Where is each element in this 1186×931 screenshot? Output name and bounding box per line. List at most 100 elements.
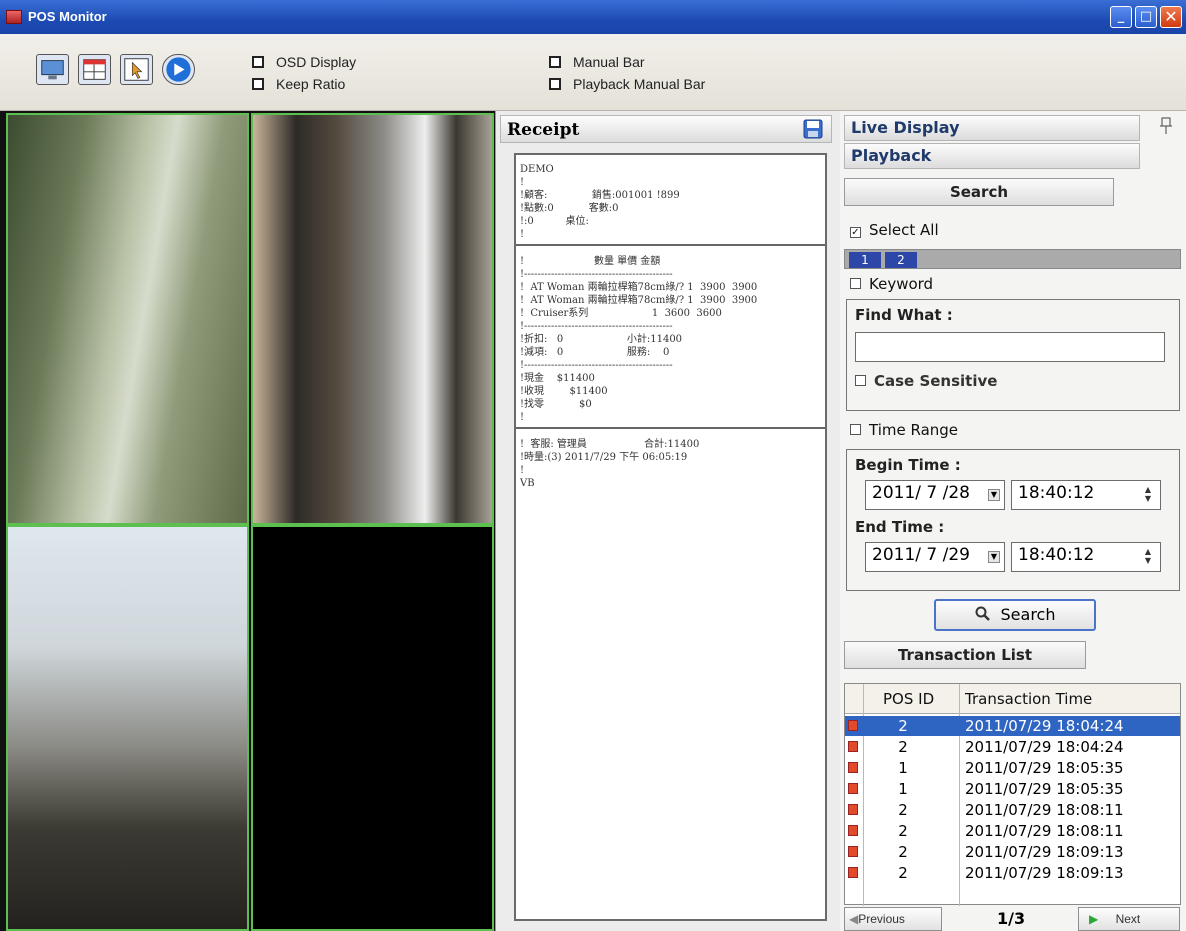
cell-pos-id: 2	[898, 822, 908, 840]
checkbox-box: ✓	[850, 227, 861, 238]
column-transaction-time[interactable]: Transaction Time	[965, 690, 1092, 708]
begin-time-spinner[interactable]: 18:40:12 ▲ ▼	[1011, 480, 1161, 510]
table-row[interactable]: 2 2011/07/29 18:09:13	[845, 842, 1180, 862]
playback-manual-bar-checkbox[interactable]: Playback Manual Bar	[549, 76, 705, 92]
receipt-line: !找零 $0	[520, 399, 592, 410]
table-row[interactable]: 2 2011/07/29 18:04:24	[845, 716, 1180, 736]
close-button[interactable]: ✕	[1160, 6, 1182, 28]
receipt-line: !---------------------------------------…	[520, 360, 673, 371]
receipt-line: !	[520, 412, 525, 423]
tab-pos-1[interactable]: 1	[849, 252, 881, 268]
layout-grid-icon[interactable]	[78, 54, 111, 85]
column-pos-id[interactable]: POS ID	[883, 690, 934, 708]
search-button[interactable]: Search	[934, 599, 1096, 631]
osd-display-label: OSD Display	[276, 54, 357, 70]
search-button-label: Search	[1000, 605, 1056, 624]
maximize-button[interactable]: □	[1135, 6, 1157, 28]
table-row[interactable]: 2 2011/07/29 18:08:11	[845, 800, 1180, 820]
cell-transaction-time: 2011/07/29 18:05:35	[965, 780, 1124, 798]
keep-ratio-checkbox[interactable]: Keep Ratio	[252, 76, 345, 92]
receipt-line: !	[520, 229, 525, 240]
table-row[interactable]: 2 2011/07/29 18:09:13	[845, 863, 1180, 883]
select-all-label: Select All	[869, 221, 939, 239]
checkbox-box	[252, 56, 264, 68]
play-icon[interactable]	[162, 54, 195, 85]
camera-view-2[interactable]	[251, 113, 494, 525]
transaction-table: POS ID Transaction Time 2 2011/07/29 18:0…	[844, 683, 1181, 906]
receipt-panel: Receipt DEMO! !顧客: 銷售:001001 !899 !點數:0 客數…	[495, 111, 840, 931]
table-row[interactable]: 2 2011/07/29 18:08:11	[845, 821, 1180, 841]
previous-button[interactable]: ◀Previous	[844, 907, 942, 931]
cell-pos-id: 2	[898, 864, 908, 882]
spinner-arrows-icon[interactable]: ▲ ▼	[1142, 547, 1154, 567]
search-icon	[975, 606, 990, 621]
camera-view-3[interactable]	[6, 525, 249, 931]
spinner-arrows-icon[interactable]: ▲ ▼	[1142, 485, 1154, 505]
table-row[interactable]: 1 2011/07/29 18:05:35	[845, 758, 1180, 778]
manual-bar-checkbox[interactable]: Manual Bar	[549, 54, 645, 70]
cell-transaction-time: 2011/07/29 18:05:35	[965, 759, 1124, 777]
monitor-icon[interactable]	[36, 54, 69, 85]
app-icon	[6, 10, 22, 24]
table-row[interactable]: 2 2011/07/29 18:04:24	[845, 737, 1180, 757]
table-row[interactable]: 1 2011/07/29 18:05:35	[845, 779, 1180, 799]
window-title: POS Monitor	[28, 9, 107, 24]
receipt-line: ! AT Woman 兩輪拉桿箱78cm綠/? 1 3900 3900	[520, 295, 758, 306]
cursor-icon[interactable]	[120, 54, 153, 85]
record-icon	[848, 804, 858, 815]
playback-manual-bar-label: Playback Manual Bar	[573, 76, 706, 92]
case-sensitive-label: Case Sensitive	[874, 372, 998, 390]
receipt-separator	[516, 427, 825, 429]
previous-arrow-icon: ◀	[849, 912, 859, 926]
receipt-line: !---------------------------------------…	[520, 269, 673, 280]
find-what-input[interactable]	[855, 332, 1165, 362]
save-icon[interactable]	[803, 119, 823, 139]
checkbox-box	[549, 78, 561, 90]
receipt-line: ! 數量 單價 金額	[520, 256, 661, 267]
search-section-header[interactable]: Search	[844, 178, 1114, 206]
begin-date-picker[interactable]: 2011/ 7 /28 ▼	[865, 480, 1005, 510]
receipt-line: ! AT Woman 兩輪拉桿箱78cm綠/? 1 3900 3900	[520, 282, 758, 293]
minimize-button[interactable]: _	[1110, 6, 1132, 28]
chevron-down-icon[interactable]: ▼	[988, 489, 1000, 501]
camera-view-4[interactable]	[251, 525, 494, 931]
keyword-checkbox[interactable]: Keyword	[850, 275, 933, 293]
cell-transaction-time: 2011/07/29 18:04:24	[965, 717, 1124, 735]
receipt-line: ! Cruiser系列 1 3600 3600	[520, 308, 722, 319]
receipt-line: !現金 $11400	[520, 373, 595, 384]
cell-pos-id: 1	[898, 780, 908, 798]
receipt-line: ! 客服: 管理員 合計:11400	[520, 439, 700, 450]
tab-pos-2[interactable]: 2	[885, 252, 917, 268]
receipt-line: !減項: 0 服務: 0	[520, 347, 670, 358]
next-arrow-icon: ▶	[1089, 912, 1099, 926]
camera-view-1[interactable]	[6, 113, 249, 525]
end-date-picker[interactable]: 2011/ 7 /29 ▼	[865, 542, 1005, 572]
receipt-header: Receipt	[500, 115, 832, 143]
record-icon	[848, 783, 858, 794]
begin-date-value: 2011/ 7 /28	[872, 483, 970, 503]
cell-pos-id: 1	[898, 759, 908, 777]
end-time-spinner[interactable]: 18:40:12 ▲ ▼	[1011, 542, 1161, 572]
pin-icon[interactable]	[1158, 117, 1174, 135]
receipt-line: !折扣: 0 小計:11400	[520, 334, 683, 345]
case-sensitive-checkbox[interactable]: Case Sensitive	[855, 372, 997, 390]
keep-ratio-label: Keep Ratio	[276, 76, 346, 92]
receipt-line: !---------------------------------------…	[520, 321, 673, 332]
cell-pos-id: 2	[898, 843, 908, 861]
receipt-line: !點數:0 客數:0	[520, 203, 619, 214]
transaction-list-header[interactable]: Transaction List	[844, 641, 1086, 669]
receipt-line: !收現 $11400	[520, 386, 608, 397]
playback-header[interactable]: Playback	[844, 143, 1140, 169]
cell-transaction-time: 2011/07/29 18:04:24	[965, 738, 1124, 756]
receipt-line: !:0 桌位:	[520, 216, 589, 227]
cell-transaction-time: 2011/07/29 18:09:13	[965, 864, 1124, 882]
record-icon	[848, 846, 858, 857]
osd-display-checkbox[interactable]: OSD Display	[252, 54, 356, 70]
chevron-down-icon[interactable]: ▼	[988, 551, 1000, 563]
live-display-header[interactable]: Live Display	[844, 115, 1140, 141]
end-time-value: 18:40:12	[1018, 545, 1095, 565]
time-range-checkbox[interactable]: Time Range	[850, 421, 958, 439]
keyword-label: Keyword	[869, 275, 934, 293]
select-all-checkbox[interactable]: ✓ Select All	[850, 221, 939, 239]
next-button[interactable]: ▶ Next	[1078, 907, 1180, 931]
